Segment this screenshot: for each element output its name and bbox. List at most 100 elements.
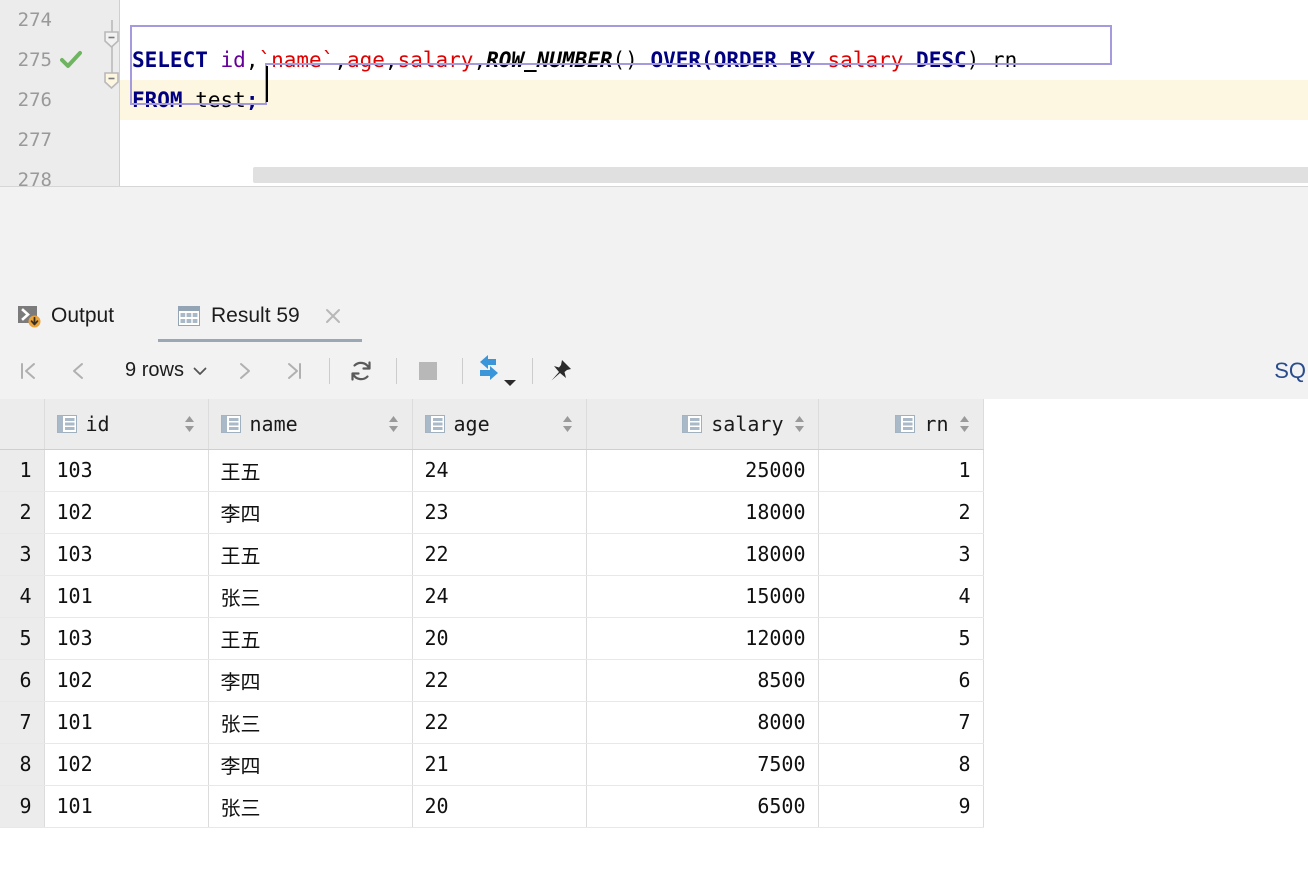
cell-rn[interactable]: 3 — [818, 533, 983, 575]
cell-salary[interactable]: 7500 — [586, 743, 818, 785]
column-header-id[interactable]: id — [44, 399, 208, 449]
cell-age[interactable]: 22 — [412, 701, 586, 743]
row-number-header[interactable] — [0, 399, 44, 449]
cell-name[interactable]: 张三 — [208, 701, 412, 743]
table-row[interactable]: 3 103 王五 22 18000 3 — [0, 533, 983, 575]
cell-age[interactable]: 22 — [412, 533, 586, 575]
cell-age[interactable]: 24 — [412, 449, 586, 491]
cell-id[interactable]: 102 — [44, 491, 208, 533]
cell-salary[interactable]: 18000 — [586, 491, 818, 533]
cell-rn[interactable]: 2 — [818, 491, 983, 533]
column-header-salary[interactable]: salary — [586, 399, 818, 449]
tab-output[interactable]: Output — [18, 290, 114, 342]
tab-result[interactable]: Result 59 — [178, 290, 342, 342]
code-line-275[interactable]: SELECT id,`name`,age,salary,ROW_NUMBER()… — [120, 40, 1308, 80]
sort-arrows-icon[interactable] — [387, 414, 400, 434]
code-line-276[interactable]: FROM test; — [120, 80, 1308, 120]
editor-scrollbar-thumb[interactable] — [253, 167, 1308, 183]
cell-age[interactable]: 23 — [412, 491, 586, 533]
cell-name[interactable]: 王五 — [208, 449, 412, 491]
cell-id[interactable]: 102 — [44, 659, 208, 701]
editor-gutter[interactable]: 274 275 276 277 278 — [0, 0, 120, 186]
cell-id[interactable]: 103 — [44, 617, 208, 659]
sql-script-button[interactable]: SQ — [1274, 342, 1308, 399]
table-row[interactable]: 5 103 王五 20 12000 5 — [0, 617, 983, 659]
fold-collapse-icon[interactable] — [104, 72, 119, 89]
table-row[interactable]: 9 101 张三 20 6500 9 — [0, 785, 983, 827]
table-row[interactable]: 2 102 李四 23 18000 2 — [0, 491, 983, 533]
cell-rn[interactable]: 6 — [818, 659, 983, 701]
pin-tab-button[interactable] — [542, 342, 578, 399]
cell-id[interactable]: 101 — [44, 785, 208, 827]
cell-id[interactable]: 103 — [44, 533, 208, 575]
close-icon[interactable] — [324, 307, 342, 325]
table-row[interactable]: 7 101 张三 22 8000 7 — [0, 701, 983, 743]
cell-name[interactable]: 李四 — [208, 659, 412, 701]
cell-name[interactable]: 王五 — [208, 533, 412, 575]
cell-rn[interactable]: 9 — [818, 785, 983, 827]
cell-id[interactable]: 101 — [44, 701, 208, 743]
column-header-rn[interactable]: rn — [818, 399, 983, 449]
row-count-label: 9 rows — [125, 359, 184, 382]
first-page-button[interactable] — [10, 342, 46, 399]
sql-keyword-desc: DESC — [916, 48, 967, 72]
cell-age[interactable]: 21 — [412, 743, 586, 785]
data-extractor-button[interactable] — [472, 342, 524, 399]
table-row[interactable]: 8 102 李四 21 7500 8 — [0, 743, 983, 785]
editor-horizontal-scrollbar[interactable] — [120, 164, 1308, 186]
sql-editor[interactable]: 274 275 276 277 278 — [0, 0, 1308, 186]
cell-name[interactable]: 张三 — [208, 575, 412, 617]
stop-query-button[interactable] — [410, 342, 446, 399]
code-text-area[interactable]: SELECT id,`name`,age,salary,ROW_NUMBER()… — [120, 0, 1308, 186]
cell-salary[interactable]: 8000 — [586, 701, 818, 743]
code-folding-column[interactable] — [104, 0, 120, 186]
sort-arrows-icon[interactable] — [561, 414, 574, 434]
cell-name[interactable]: 张三 — [208, 785, 412, 827]
reload-page-button[interactable] — [343, 342, 379, 399]
cell-age[interactable]: 24 — [412, 575, 586, 617]
row-number: 7 — [0, 701, 44, 743]
last-page-button[interactable] — [276, 342, 312, 399]
cell-id[interactable]: 101 — [44, 575, 208, 617]
cell-salary[interactable]: 25000 — [586, 449, 818, 491]
page-size-selector[interactable]: 9 rows — [108, 342, 224, 399]
table-row[interactable]: 1 103 王五 24 25000 1 — [0, 449, 983, 491]
sql-space — [777, 48, 790, 72]
cell-rn[interactable]: 1 — [818, 449, 983, 491]
cell-salary[interactable]: 6500 — [586, 785, 818, 827]
sort-arrows-icon[interactable] — [793, 414, 806, 434]
cell-salary[interactable]: 8500 — [586, 659, 818, 701]
cell-age[interactable]: 22 — [412, 659, 586, 701]
gutter-line: 278 — [0, 160, 120, 186]
column-header-age[interactable]: age — [412, 399, 586, 449]
cell-id[interactable]: 103 — [44, 449, 208, 491]
result-set-toolbar: 9 rows — [0, 342, 1308, 399]
sql-space — [208, 48, 221, 72]
cell-salary[interactable]: 18000 — [586, 533, 818, 575]
sql-comma: , — [246, 48, 259, 72]
column-header-name[interactable]: name — [208, 399, 412, 449]
sort-arrows-icon[interactable] — [183, 414, 196, 434]
next-page-button[interactable] — [226, 342, 262, 399]
sql-ide-window: 274 275 276 277 278 — [0, 0, 1308, 871]
cell-age[interactable]: 20 — [412, 617, 586, 659]
table-row[interactable]: 6 102 李四 22 8500 6 — [0, 659, 983, 701]
cell-rn[interactable]: 7 — [818, 701, 983, 743]
cell-age[interactable]: 20 — [412, 785, 586, 827]
fold-collapse-icon[interactable] — [104, 31, 119, 48]
cell-id[interactable]: 102 — [44, 743, 208, 785]
table-row[interactable]: 4 101 张三 24 15000 4 — [0, 575, 983, 617]
cell-name[interactable]: 李四 — [208, 743, 412, 785]
cell-rn[interactable]: 4 — [818, 575, 983, 617]
sort-arrows-icon[interactable] — [958, 414, 971, 434]
cell-salary[interactable]: 12000 — [586, 617, 818, 659]
column-icon — [57, 415, 77, 433]
cell-rn[interactable]: 8 — [818, 743, 983, 785]
cell-name[interactable]: 王五 — [208, 617, 412, 659]
result-grid[interactable]: id — [0, 399, 983, 828]
cell-salary[interactable]: 15000 — [586, 575, 818, 617]
tab-output-label: Output — [51, 304, 114, 328]
cell-rn[interactable]: 5 — [818, 617, 983, 659]
previous-page-button[interactable] — [60, 342, 96, 399]
cell-name[interactable]: 李四 — [208, 491, 412, 533]
